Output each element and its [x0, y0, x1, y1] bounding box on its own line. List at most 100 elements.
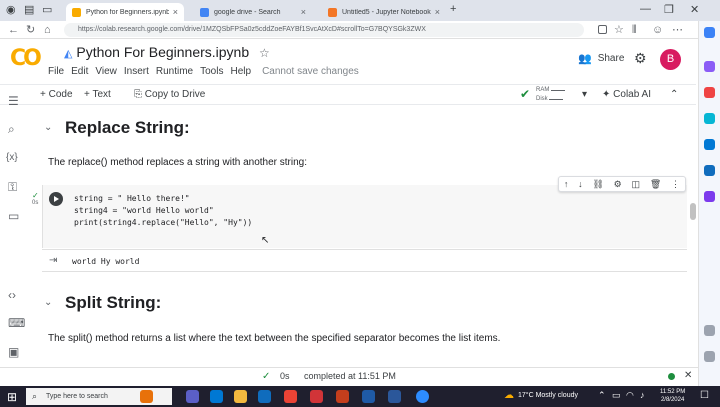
weather-text[interactable]: 17°C Mostly cloudy — [518, 392, 578, 399]
star-icon[interactable]: ☆ — [259, 46, 270, 60]
extensions-icon[interactable] — [598, 25, 607, 34]
search-sidebar-icon[interactable] — [704, 61, 715, 72]
sidebar-settings-icon[interactable] — [704, 325, 715, 336]
colab-ai-button[interactable]: ✦ Colab AI — [602, 89, 651, 100]
close-window-icon[interactable]: ✕ — [690, 3, 699, 16]
collections-icon[interactable]: ▤ — [24, 3, 34, 16]
runtime-dropdown-icon[interactable]: ▾ — [582, 89, 587, 100]
settings-gear-icon[interactable]: ⚙ — [634, 50, 647, 67]
notebook-toolbar: + Code + Text ⎘ Copy to Drive ✔ RAM Disk… — [0, 84, 696, 105]
minimize-icon[interactable]: — — [640, 3, 651, 15]
add-code-button[interactable]: + Code — [40, 89, 73, 100]
chrome-icon[interactable] — [284, 390, 297, 403]
menu-edit[interactable]: Edit — [71, 66, 88, 77]
link-icon[interactable]: ⛓ — [592, 179, 603, 190]
status-bar: ✓ 0s completed at 11:51 PM ✕ — [0, 367, 698, 385]
files-folder-icon[interactable]: ▭ — [8, 209, 19, 223]
colab-ai-label: Colab AI — [613, 89, 651, 100]
share-button[interactable]: 👥 Share — [578, 52, 624, 65]
add-text-button[interactable]: + Text — [84, 89, 111, 100]
menu-view[interactable]: View — [95, 66, 117, 77]
move-up-icon[interactable]: ↑ — [564, 179, 569, 189]
cell-settings-icon[interactable]: ⚙ — [614, 179, 622, 190]
output-actions-icon[interactable]: ⇥ — [49, 255, 57, 266]
table-of-contents-icon[interactable]: ☰ — [8, 94, 19, 108]
volume-icon[interactable]: ♪ — [640, 390, 645, 400]
security-icon[interactable] — [362, 390, 375, 403]
tray-chevron-icon[interactable]: ⌃ — [598, 390, 606, 401]
close-tab-icon[interactable]: × — [435, 7, 440, 17]
more-options-icon[interactable]: ⋮ — [671, 179, 680, 190]
home-icon[interactable]: ⌂ — [44, 24, 51, 36]
menu-help[interactable]: Help — [230, 66, 251, 77]
browser-profile-icon[interactable]: ☺ — [652, 24, 663, 36]
battery-icon[interactable]: ▭ — [612, 390, 621, 401]
office-icon[interactable] — [704, 139, 715, 150]
colab-logo[interactable]: CO — [10, 46, 42, 71]
status-exec-time: 0s — [280, 371, 290, 381]
media-icon[interactable] — [310, 390, 323, 403]
code-cell[interactable]: string = " Hello there!" string4 = "world… — [42, 185, 687, 248]
close-tab-icon[interactable]: × — [301, 7, 306, 17]
delete-cell-icon[interactable]: 🗑 — [650, 179, 661, 190]
command-palette-icon[interactable]: ⌨ — [8, 316, 25, 330]
tab-actions-icon[interactable]: ▭ — [42, 3, 52, 16]
menu-insert[interactable]: Insert — [124, 66, 149, 77]
windows-start-icon[interactable]: ⊞ — [7, 390, 17, 404]
mirror-cell-icon[interactable]: ◫ — [632, 179, 641, 190]
resource-monitor[interactable]: RAM Disk — [536, 86, 566, 104]
copilot-icon[interactable] — [704, 27, 715, 38]
profile-icon[interactable]: ◉ — [6, 3, 16, 16]
back-icon[interactable]: ← — [8, 24, 19, 36]
restore-icon[interactable]: ❐ — [664, 3, 674, 16]
wifi-icon[interactable]: ◠ — [626, 390, 634, 401]
shopping-icon[interactable] — [704, 87, 715, 98]
browser-menu-icon[interactable]: ⋯ — [672, 24, 683, 36]
split-screen-icon[interactable]: ⫴ — [632, 24, 637, 36]
new-tab-button[interactable]: + — [450, 3, 456, 15]
code-editor[interactable]: string = " Hello there!" string4 = "world… — [74, 193, 252, 229]
close-status-icon[interactable]: ✕ — [684, 370, 692, 381]
powerpoint-icon[interactable] — [336, 390, 349, 403]
secrets-key-icon[interactable]: ⚿ — [8, 180, 17, 194]
task-view-icon[interactable] — [186, 390, 199, 403]
status-message: completed at 11:51 PM — [304, 371, 396, 381]
copy-to-drive-button[interactable]: ⎘ Copy to Drive — [134, 89, 205, 100]
move-down-icon[interactable]: ↓ — [578, 179, 583, 189]
news-widget-icon[interactable] — [140, 390, 153, 403]
code-snippets-icon[interactable]: ‹› — [8, 288, 16, 302]
collapse-section-icon[interactable]: ⌄ — [44, 122, 52, 133]
refresh-icon[interactable]: ↻ — [26, 24, 35, 36]
word-icon[interactable] — [388, 390, 401, 403]
edge-icon[interactable] — [210, 390, 223, 403]
search-icon[interactable]: ⌕ — [8, 122, 15, 136]
notebook-title-text: Python For Beginners.ipynb — [76, 44, 250, 60]
collapse-header-icon[interactable]: ⌃ — [670, 89, 678, 100]
games-icon[interactable] — [704, 191, 715, 202]
notebook-scrollbar[interactable] — [688, 106, 696, 368]
file-explorer-icon[interactable] — [234, 390, 247, 403]
menu-file[interactable]: File — [48, 66, 64, 77]
close-tab-icon[interactable]: × — [173, 7, 178, 17]
mail-icon[interactable] — [258, 390, 271, 403]
tab-colab[interactable]: Python for Beginners.ipynb - Co × — [66, 3, 184, 21]
menu-runtime[interactable]: Runtime — [156, 66, 193, 77]
menu-tools[interactable]: Tools — [200, 66, 223, 77]
taskbar-clock[interactable]: 11:52 PM 2/8/2024 — [660, 388, 685, 404]
zoom-icon[interactable] — [416, 390, 429, 403]
collapse-section-icon[interactable]: ⌄ — [44, 297, 52, 308]
scrollbar-thumb[interactable] — [690, 203, 696, 220]
terminal-icon[interactable]: ▣ — [8, 345, 19, 359]
notebook-title[interactable]: ◭ Python For Beginners.ipynb ☆ — [64, 44, 270, 60]
variables-icon[interactable]: {x} — [6, 151, 18, 165]
outlook-icon[interactable] — [704, 165, 715, 176]
tab-google-search[interactable]: google drive - Search × — [194, 3, 312, 21]
sidebar-hide-icon[interactable] — [704, 351, 715, 362]
user-avatar[interactable]: B — [660, 49, 681, 70]
tab-jupyter[interactable]: Untitled5 - Jupyter Notebook × — [322, 3, 446, 21]
run-cell-button[interactable] — [49, 192, 63, 206]
favorites-icon[interactable]: ☆ — [614, 24, 624, 36]
tools-icon[interactable] — [704, 113, 715, 124]
notifications-icon[interactable]: ☐ — [700, 390, 709, 401]
url-input[interactable]: https://colab.research.google.com/drive/… — [64, 23, 584, 37]
